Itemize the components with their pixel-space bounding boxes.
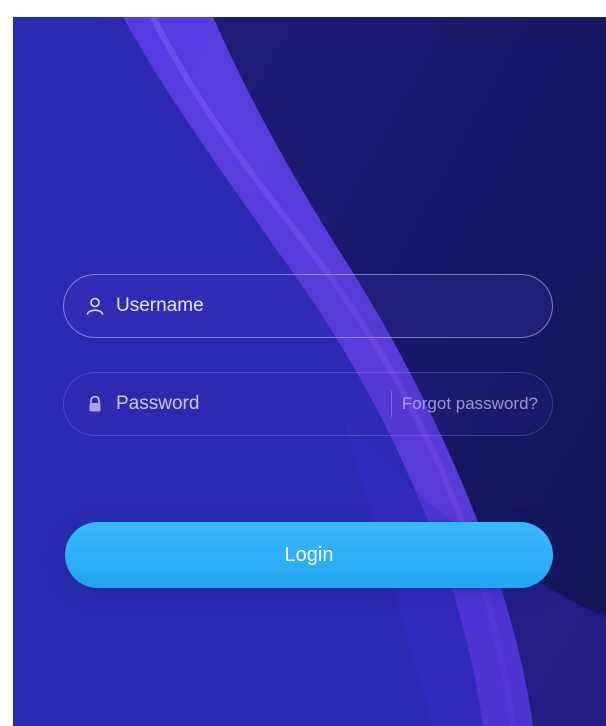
- password-input[interactable]: [116, 393, 391, 415]
- field-divider: [390, 391, 392, 417]
- login-screen: Forgot password? Login: [13, 17, 606, 726]
- username-input[interactable]: [116, 295, 552, 317]
- forgot-password-link[interactable]: Forgot password?: [402, 394, 538, 414]
- username-field[interactable]: [63, 274, 553, 338]
- login-button[interactable]: Login: [65, 522, 553, 588]
- user-icon: [84, 295, 106, 317]
- password-field[interactable]: Forgot password?: [63, 372, 553, 436]
- lock-icon: [84, 393, 106, 415]
